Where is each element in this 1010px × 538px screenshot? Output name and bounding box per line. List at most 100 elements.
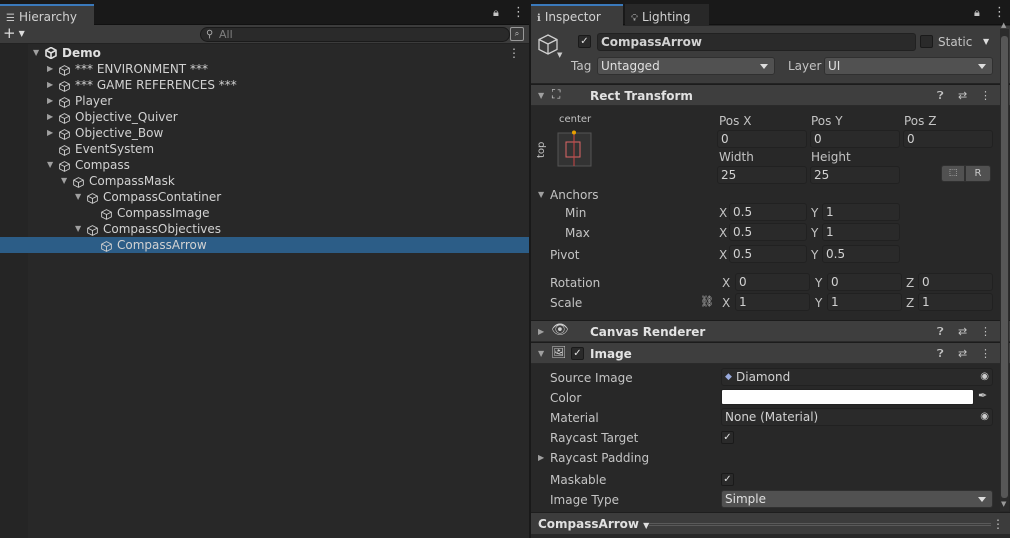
scene-row[interactable]: ▼ Demo ⋮ (0, 45, 529, 61)
image-type-dropdown[interactable]: Simple (721, 490, 993, 508)
inspector-panel: ℹ Inspector 💡︎ Lighting 🔒︎ ⋮ ▼ ✓ CompassAr… (531, 0, 1010, 538)
gameobject-cube-icon[interactable] (538, 34, 558, 56)
collapse-arrow-icon[interactable]: ▼ (75, 221, 81, 237)
anchor-max-y-field[interactable]: 1 (822, 223, 900, 241)
scene-label: Demo (62, 46, 101, 60)
preset-icon[interactable]: ⇄ (958, 347, 967, 360)
collapse-arrow-icon[interactable]: ▼ (47, 157, 53, 173)
source-image-field[interactable]: ◆ Diamond ◉ (721, 368, 993, 386)
hierarchy-item[interactable]: ▼ CompassMask (0, 173, 529, 189)
collapse-arrow-icon[interactable]: ▼ (61, 173, 67, 189)
height-field[interactable]: 25 (810, 166, 900, 184)
raycast-target-checkbox[interactable]: ✓ (721, 431, 734, 444)
color-swatch[interactable] (721, 389, 974, 405)
anchors-expand-icon[interactable]: ▼ (538, 190, 544, 199)
preview-drag-handle[interactable] (649, 523, 991, 526)
raycast-padding-expand-icon[interactable]: ▶ (538, 453, 544, 462)
search-input[interactable]: ⚲ All (200, 27, 510, 42)
object-picker-icon[interactable]: ◉ (980, 409, 989, 425)
kebab-menu-icon[interactable]: ⋮ (980, 347, 991, 360)
kebab-menu-icon[interactable]: ⋮ (980, 89, 991, 102)
pivot-x-field[interactable]: 0.5 (729, 245, 807, 263)
hierarchy-item[interactable]: ▶ Objective_Bow (0, 125, 529, 141)
active-checkbox[interactable]: ✓ (578, 35, 591, 48)
help-icon[interactable]: ❓︎ (937, 347, 944, 361)
width-field[interactable]: 25 (717, 166, 807, 184)
raycast-padding-label: Raycast Padding (550, 451, 650, 465)
scale-z-field[interactable]: 1 (918, 293, 993, 311)
blueprint-mode-button[interactable]: ⬚ (941, 165, 965, 182)
eyedropper-icon[interactable]: ✒ (978, 389, 987, 402)
scale-y-field[interactable]: 1 (827, 293, 902, 311)
object-picker-icon[interactable]: ◉ (980, 369, 989, 385)
object-name-field[interactable]: CompassArrow (597, 33, 916, 51)
help-icon[interactable]: ❓︎ (937, 89, 944, 103)
lock-icon[interactable]: 🔒︎ (974, 6, 980, 20)
tag-dropdown[interactable]: Untagged (597, 57, 775, 75)
anchor-preset-button[interactable] (557, 130, 593, 168)
inspector-scrollbar[interactable]: ▲ ▼ (1000, 21, 1009, 511)
kebab-menu-icon[interactable]: ⋮ (992, 517, 1004, 531)
expand-arrow-icon[interactable]: ▶ (47, 77, 53, 93)
scale-x-field[interactable]: 1 (735, 293, 810, 311)
hierarchy-item[interactable]: ▶ *** ENVIRONMENT *** (0, 61, 529, 77)
lock-icon[interactable]: 🔒︎ (493, 6, 499, 20)
kebab-menu-icon[interactable]: ⋮ (980, 325, 991, 338)
hierarchy-item[interactable]: CompassArrow (0, 237, 529, 253)
pos-y-field[interactable]: 0 (810, 130, 900, 148)
image-header[interactable]: ▼ 🖼︎ ✓ Image ❓︎ ⇄ ⋮ (531, 342, 1010, 364)
layer-dropdown[interactable]: UI (824, 57, 993, 75)
hierarchy-item[interactable]: ▼ Compass (0, 157, 529, 173)
collapse-arrow-icon[interactable]: ▼ (75, 189, 81, 205)
preset-icon[interactable]: ⇄ (958, 325, 967, 338)
static-dropdown-icon[interactable]: ▼ (983, 37, 989, 46)
anchor-min-x-field[interactable]: 0.5 (729, 203, 807, 221)
preset-icon[interactable]: ⇄ (958, 89, 967, 102)
rotation-x-field[interactable]: 0 (735, 273, 810, 291)
expand-arrow-icon[interactable]: ▼ (33, 45, 39, 61)
expand-arrow-icon[interactable]: ▼ (538, 349, 544, 358)
expand-arrow-icon[interactable]: ▶ (538, 327, 544, 336)
tab-hierarchy[interactable]: ☰ Hierarchy (0, 4, 94, 26)
anchor-max-x-field[interactable]: 0.5 (729, 223, 807, 241)
hierarchy-item[interactable]: ▶ *** GAME REFERENCES *** (0, 77, 529, 93)
rotation-z-field[interactable]: 0 (918, 273, 993, 291)
rect-transform-header[interactable]: ▼ ⛶ Rect Transform ❓︎ ⇄ ⋮ (531, 84, 1010, 106)
scene-visibility-icon[interactable]: ⌕ (510, 27, 524, 41)
kebab-menu-icon[interactable]: ⋮ (512, 5, 525, 20)
expand-arrow-icon[interactable]: ▼ (538, 91, 544, 100)
hierarchy-item[interactable]: ▼ CompassContatiner (0, 189, 529, 205)
pivot-y-field[interactable]: 0.5 (822, 245, 900, 263)
constrain-proportions-link-icon[interactable]: ⛓ (700, 295, 714, 308)
static-checkbox[interactable] (920, 35, 933, 48)
scroll-up-icon[interactable]: ▲ (1001, 21, 1006, 29)
expand-arrow-icon[interactable]: ▶ (47, 125, 53, 141)
raw-edit-button[interactable]: R (965, 165, 991, 182)
add-button[interactable]: + ▼ (3, 25, 25, 44)
pos-z-field[interactable]: 0 (903, 130, 993, 148)
material-field[interactable]: None (Material) ◉ (721, 408, 993, 426)
hierarchy-item[interactable]: EventSystem (0, 141, 529, 157)
chevron-down-icon[interactable]: ▼ (557, 51, 562, 59)
anchor-min-y-field[interactable]: 1 (822, 203, 900, 221)
help-icon[interactable]: ❓︎ (937, 325, 944, 339)
expand-arrow-icon[interactable]: ▶ (47, 93, 53, 109)
image-enabled-checkbox[interactable]: ✓ (571, 347, 584, 360)
hierarchy-item[interactable]: ▼ CompassObjectives (0, 221, 529, 237)
kebab-menu-icon[interactable]: ⋮ (993, 5, 1006, 20)
hierarchy-item[interactable]: CompassImage (0, 205, 529, 221)
tab-lighting[interactable]: 💡︎ Lighting (625, 4, 709, 26)
expand-arrow-icon[interactable]: ▶ (47, 61, 53, 77)
hierarchy-item[interactable]: ▶ Objective_Quiver (0, 109, 529, 125)
expand-arrow-icon[interactable]: ▶ (47, 109, 53, 125)
scroll-down-icon[interactable]: ▼ (1001, 500, 1006, 508)
pos-x-field[interactable]: 0 (717, 130, 807, 148)
hierarchy-item[interactable]: ▶ Player (0, 93, 529, 109)
preview-bar[interactable]: CompassArrow ▼ ⋮ (531, 512, 1010, 534)
maskable-checkbox[interactable]: ✓ (721, 473, 734, 486)
rotation-y-field[interactable]: 0 (827, 273, 902, 291)
canvas-renderer-header[interactable]: ▶ 👁︎ Canvas Renderer ❓︎ ⇄ ⋮ (531, 320, 1010, 342)
tab-inspector[interactable]: ℹ Inspector (531, 4, 623, 26)
scrollbar-thumb[interactable] (1001, 36, 1008, 498)
kebab-menu-icon[interactable]: ⋮ (508, 45, 520, 61)
